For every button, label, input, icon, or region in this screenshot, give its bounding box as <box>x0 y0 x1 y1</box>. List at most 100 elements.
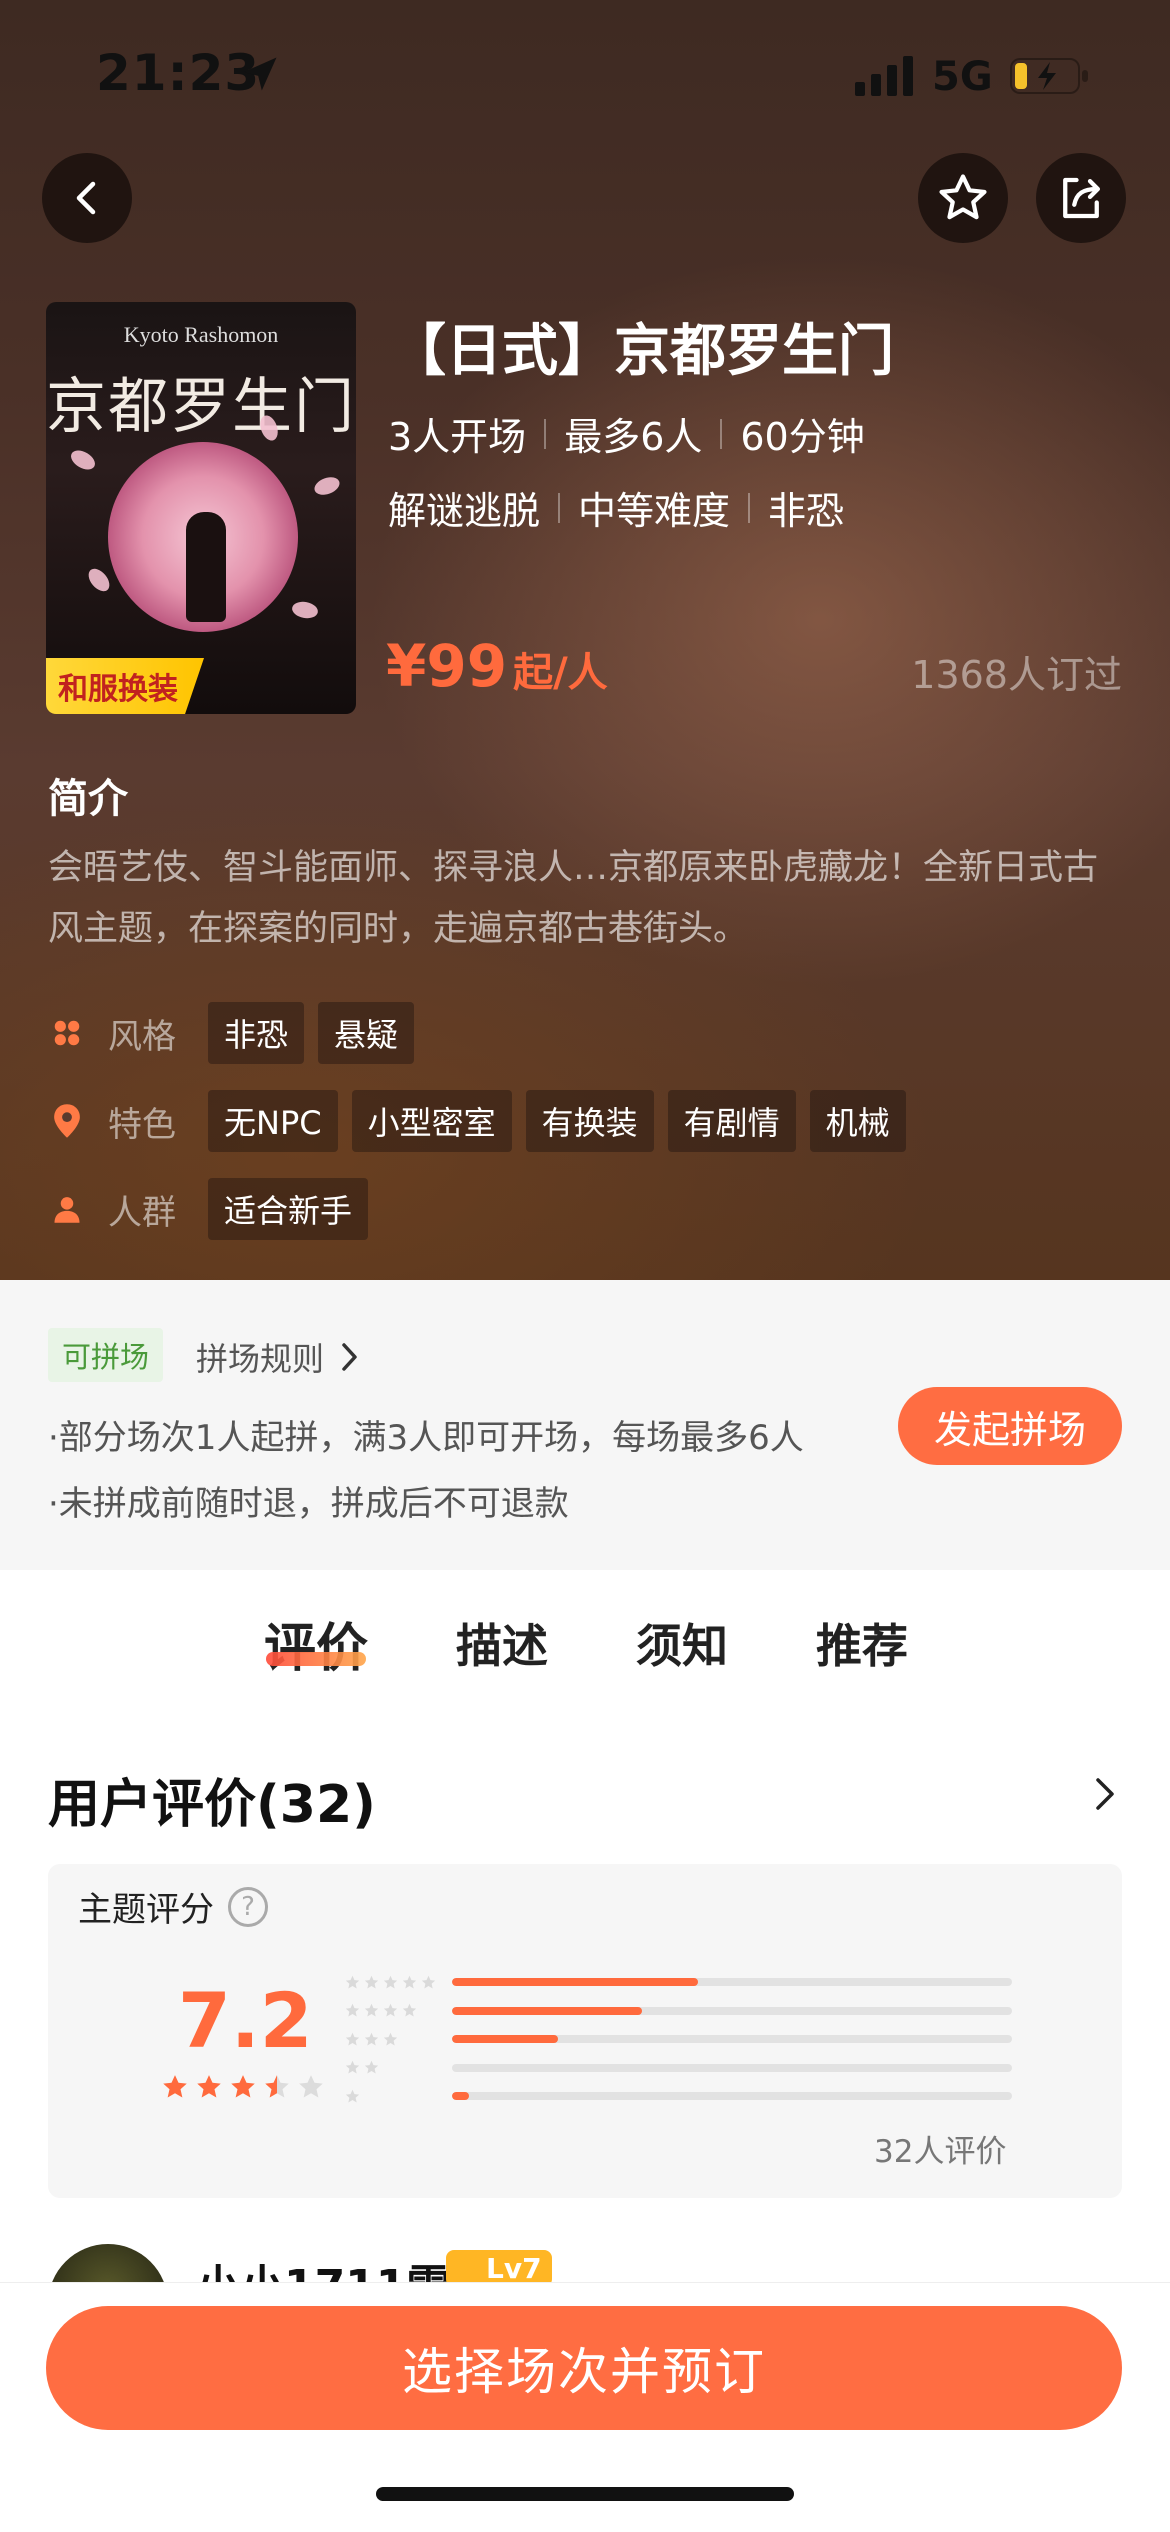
poster-petal <box>290 599 320 621</box>
meta-min-players: 3人开场 <box>388 415 527 459</box>
rating-bar-stars <box>344 2031 452 2048</box>
star-icon <box>345 2089 360 2103</box>
share-icon <box>1063 177 1101 219</box>
book-button[interactable]: 选择场次并预订 <box>46 2306 1122 2430</box>
chevron-right-icon[interactable] <box>1090 1776 1120 1812</box>
style-tags-row: 风格 非恐 悬疑 <box>48 1002 415 1064</box>
meta-genre: 解谜逃脱 <box>388 489 541 533</box>
star-icon <box>364 2004 379 2017</box>
star-icon <box>364 2032 379 2046</box>
rating-stars <box>160 2072 326 2102</box>
tag-chip: 机械 <box>809 1090 906 1152</box>
star-icon <box>364 2061 379 2074</box>
divider <box>720 418 723 449</box>
feature-tags-row: 特色 无NPC 小型密室 有换装 有剧情 机械 <box>48 1090 906 1152</box>
location-pin-icon <box>48 1102 86 1140</box>
price-value: ¥99 <box>386 632 508 700</box>
rating-bar-track <box>452 1978 1012 1987</box>
rating-bar-track <box>452 2063 1012 2072</box>
tag-chip: 无NPC <box>208 1090 338 1152</box>
rating-bar-stars <box>344 2059 452 2076</box>
divider <box>544 418 547 449</box>
hero-section: 21:23 5G Kyoto Rashomon 京都罗生门 和服换装 【日式】京… <box>0 0 1170 1280</box>
favorite-button[interactable] <box>918 153 1008 243</box>
rating-bar-stars <box>344 2088 452 2105</box>
feature-chips: 无NPC 小型密室 有换装 有剧情 机械 <box>208 1090 906 1152</box>
star-outline-icon <box>939 174 987 220</box>
group-rule: ·部分场次1人起拼，满3人即可开场，每场最多6人 <box>48 1418 804 1458</box>
network-type: 5G <box>932 54 993 100</box>
meta-scary-level: 非恐 <box>768 489 845 533</box>
group-rule: ·未拼成前随时退，拼成后不可退款 <box>48 1484 569 1524</box>
poster-chinese-title: 京都罗生门 <box>46 372 356 442</box>
star-icon <box>402 2004 417 2017</box>
star-icon <box>421 1975 436 1989</box>
feature-label: 特色 <box>108 1104 176 1145</box>
battery-charging-icon <box>1010 58 1088 94</box>
divider <box>748 492 751 523</box>
star-icon <box>402 1975 417 1989</box>
reviews-heading[interactable]: 用户评价(32) <box>48 1762 376 1837</box>
tab-description[interactable]: 描述 <box>456 1610 548 1676</box>
group-rules-label: 拼场规则 <box>196 1340 325 1378</box>
room-poster[interactable]: Kyoto Rashomon 京都罗生门 和服换装 <box>46 302 356 714</box>
rating-bar-track <box>452 2092 1012 2101</box>
poster-petal <box>67 446 99 474</box>
rating-bar-fill <box>452 2035 559 2044</box>
section-tabs: 评价 描述 须知 推荐 <box>0 1570 1170 1720</box>
booked-count: 1368人订过 <box>911 653 1122 697</box>
question-icon[interactable]: ? <box>228 1886 268 1927</box>
rating-score: 7.2 <box>178 1976 313 2065</box>
divider <box>558 492 561 523</box>
rating-bar-fill <box>452 1978 699 1987</box>
star-icon <box>345 1975 360 1989</box>
rating-bar-stars <box>344 2002 452 2019</box>
person-icon <box>48 1190 86 1228</box>
rating-bar-fill <box>452 2092 469 2101</box>
star-icon <box>364 1975 379 1989</box>
tab-reviews[interactable]: 评价 <box>264 1606 368 1681</box>
star-icon <box>383 2004 398 2017</box>
rating-title-label: 主题评分 <box>78 1890 214 1930</box>
star-icon <box>383 2032 398 2046</box>
rating-bar-row <box>344 1997 1012 2026</box>
grid-icon <box>48 1014 86 1052</box>
rating-bar-row <box>344 2054 1012 2083</box>
rating-bar-track <box>452 2006 1012 2015</box>
rating-total: 32人评价 <box>874 2134 1007 2170</box>
room-meta-players: 3人开场 最多6人 60分钟 <box>388 406 865 461</box>
group-rules-link[interactable]: 拼场规则 <box>196 1334 360 1380</box>
poster-petal <box>84 564 114 596</box>
status-bar: 21:23 5G <box>0 0 1170 150</box>
tag-chip: 有剧情 <box>667 1090 796 1152</box>
tag-chip: 小型密室 <box>351 1090 512 1152</box>
active-tab-indicator <box>266 1652 366 1666</box>
crowd-chips: 适合新手 <box>208 1178 369 1240</box>
rating-bar-track <box>452 2035 1012 2044</box>
star-icon <box>231 2075 255 2098</box>
rating-bar-stars <box>344 1974 452 1991</box>
star-icon <box>163 2075 187 2098</box>
chevron-right-icon <box>342 1343 357 1371</box>
share-button[interactable] <box>1036 153 1126 243</box>
star-icon <box>197 2075 221 2098</box>
style-label: 风格 <box>108 1016 176 1057</box>
room-meta-type: 解谜逃脱 中等难度 非恐 <box>388 480 844 535</box>
tag-chip: 非恐 <box>208 1002 305 1064</box>
star-icon <box>345 2032 360 2046</box>
tab-recommend[interactable]: 推荐 <box>816 1610 908 1676</box>
tab-notice[interactable]: 须知 <box>636 1610 728 1676</box>
crowd-tags-row: 人群 适合新手 <box>48 1178 369 1240</box>
room-title: 【日式】京都罗生门 <box>390 319 894 384</box>
rating-bar-row <box>344 2082 1012 2111</box>
meta-max-players: 最多6人 <box>564 415 703 459</box>
back-button[interactable] <box>42 153 132 243</box>
status-time: 21:23 <box>96 44 261 102</box>
rating-card-title: 主题评分 ? <box>78 1882 268 1931</box>
star-icon <box>345 2061 360 2074</box>
meta-difficulty: 中等难度 <box>578 489 731 533</box>
start-group-button[interactable]: 发起拼场 <box>898 1387 1122 1465</box>
home-indicator <box>376 2487 794 2501</box>
tag-chip: 悬疑 <box>318 1002 415 1064</box>
poster-badge: 和服换装 <box>46 658 204 714</box>
